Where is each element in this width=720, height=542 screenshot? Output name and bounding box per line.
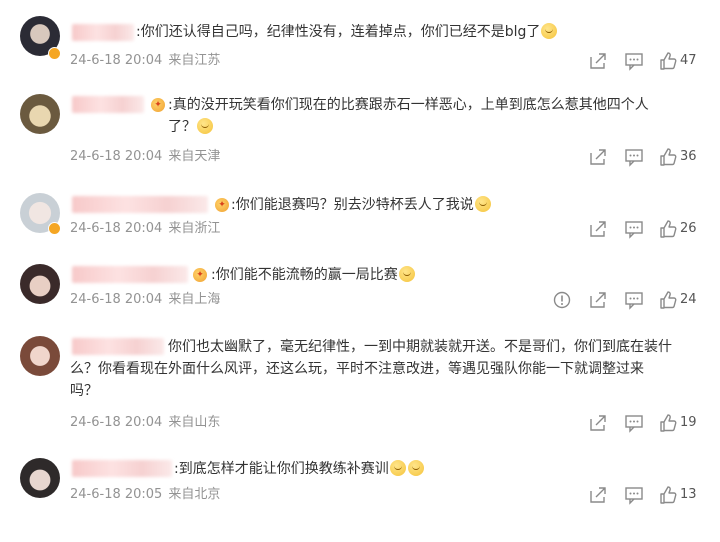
comment-actions: 26: [588, 219, 708, 239]
comment-time: 24-6-18 20:04: [70, 149, 163, 164]
username-blurred[interactable]: [72, 460, 172, 477]
verified-badge-icon: [48, 47, 61, 60]
comment-location: 来自上海: [168, 292, 221, 307]
like-button[interactable]: 13: [658, 485, 697, 505]
like-button[interactable]: 47: [658, 51, 697, 71]
share-icon[interactable]: [588, 51, 608, 71]
like-count: 36: [680, 149, 697, 164]
fan-medal-icon: ✦: [193, 268, 207, 282]
like-count: 19: [680, 415, 697, 430]
comment-meta: 24-6-18 20:04 来自天津: [70, 148, 226, 166]
comment-actions: 47: [588, 51, 708, 71]
emoji-icon: [541, 23, 558, 39]
comment-reply-icon[interactable]: [624, 290, 644, 310]
username-blurred[interactable]: [72, 266, 188, 283]
share-icon[interactable]: [588, 147, 608, 167]
avatar[interactable]: [20, 94, 60, 134]
comment-reply-icon[interactable]: [624, 147, 644, 167]
comment-text: :真的没开玩笑看你们现在的比赛跟赤石一样恶心，上单到底怎么惹其他四个人 了？: [168, 97, 649, 135]
avatar[interactable]: [20, 336, 60, 376]
comment-actions: 24: [552, 290, 708, 310]
share-icon[interactable]: [588, 290, 608, 310]
like-button[interactable]: 19: [658, 413, 697, 433]
comment-reply-icon[interactable]: [624, 219, 644, 239]
comment-time: 24-6-18 20:04: [70, 221, 163, 236]
comment-time: 24-6-18 20:04: [70, 53, 163, 68]
comment-meta: 24-6-18 20:05 来自北京: [70, 486, 226, 504]
share-icon[interactable]: [588, 485, 608, 505]
comment-location: 来自江苏: [168, 53, 221, 68]
like-count: 13: [680, 487, 697, 502]
comment-location: 来自天津: [168, 149, 221, 164]
comment-time: 24-6-18 20:04: [70, 415, 163, 430]
like-button[interactable]: 36: [658, 147, 697, 167]
comment-reply-icon[interactable]: [624, 51, 644, 71]
comment-time: 24-6-18 20:05: [70, 487, 163, 502]
avatar[interactable]: [20, 264, 60, 304]
comment-actions: 13: [588, 485, 708, 505]
comment-meta: 24-6-18 20:04 来自上海: [70, 291, 226, 309]
comment-reply-icon[interactable]: [624, 413, 644, 433]
emoji-icon: [389, 460, 406, 476]
like-button[interactable]: 26: [658, 219, 697, 239]
share-icon[interactable]: [588, 413, 608, 433]
comment-location: 来自山东: [168, 415, 221, 430]
comment-location: 来自浙江: [168, 221, 221, 236]
comment-meta: 24-6-18 20:04 来自山东: [70, 414, 226, 432]
comment-actions: 36: [588, 147, 708, 167]
avatar[interactable]: [20, 458, 60, 498]
emoji-icon: [398, 266, 415, 282]
comment-text: :你们能不能流畅的赢一局比赛: [211, 264, 416, 286]
comment-meta: 24-6-18 20:04 来自江苏: [70, 52, 226, 70]
like-count: 26: [680, 221, 697, 236]
comment-location: 来自北京: [168, 487, 221, 502]
fan-medal-icon: ✦: [151, 98, 165, 112]
comment-text: :你们能退赛吗？别去沙特杯丢人了我说: [231, 194, 492, 216]
comment-text: :到底怎样才能让你们换教练补赛训: [174, 458, 425, 480]
comment-text: 你们也太幽默了，毫无纪律性，一到中期就装就开送。不是哥们，你们到底在装什 么？你…: [70, 339, 672, 399]
comment-time: 24-6-18 20:04: [70, 292, 163, 307]
emoji-icon: [197, 118, 213, 134]
emoji-icon: [474, 196, 491, 212]
emoji-icon: [407, 460, 424, 476]
username-blurred[interactable]: [72, 96, 144, 113]
comment-reply-icon[interactable]: [624, 485, 644, 505]
report-icon[interactable]: [552, 290, 572, 310]
like-button[interactable]: 24: [658, 290, 697, 310]
like-count: 47: [680, 53, 697, 68]
fan-medal-icon: ✦: [215, 198, 229, 212]
like-count: 24: [680, 292, 697, 307]
username-blurred[interactable]: [72, 24, 134, 41]
verified-badge-icon: [48, 222, 61, 235]
username-blurred[interactable]: [72, 196, 208, 213]
comment-meta: 24-6-18 20:04 来自浙江: [70, 220, 226, 238]
comment-text: :你们还认得自己吗，纪律性没有，连着掉点，你们已经不是blg了: [136, 21, 558, 43]
share-icon[interactable]: [588, 219, 608, 239]
comment-actions: 19: [588, 413, 708, 433]
